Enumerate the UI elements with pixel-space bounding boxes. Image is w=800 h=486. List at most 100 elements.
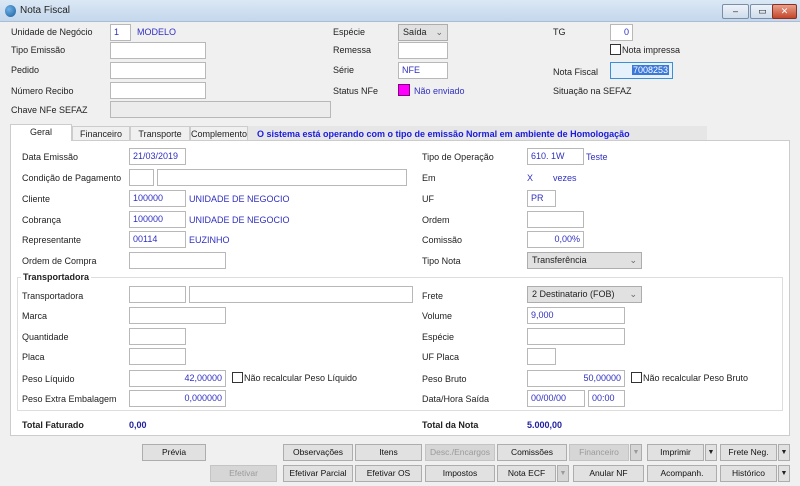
data-saida-input[interactable]: 00/00/00 <box>527 390 585 407</box>
frete-neg-dropdown-icon[interactable]: ▼ <box>778 444 790 461</box>
marca-input[interactable] <box>129 307 226 324</box>
quantidade-label: Quantidade <box>22 332 69 342</box>
chave-input[interactable] <box>110 101 331 118</box>
frete-neg-button[interactable]: Frete Neg. <box>720 444 777 461</box>
tab-transporte[interactable]: Transporte <box>130 126 190 141</box>
tab-complemento[interactable]: Complemento <box>190 126 248 141</box>
tab-financeiro[interactable]: Financeiro <box>72 126 130 141</box>
uf-placa-label: UF Placa <box>422 352 460 362</box>
nota-ecf-button[interactable]: Nota ECF <box>497 465 556 482</box>
itens-button[interactable]: Itens <box>355 444 422 461</box>
cobranca-code-input[interactable]: 100000 <box>129 211 186 228</box>
tipo-emissao-input[interactable] <box>110 42 206 59</box>
especie-value: Saída <box>403 27 427 37</box>
tab-geral[interactable]: Geral <box>10 124 72 141</box>
peso-liquido-input[interactable]: 42,00000 <box>129 370 226 387</box>
minimize-button[interactable]: – <box>722 4 749 19</box>
efetivar-os-button[interactable]: Efetivar OS <box>355 465 422 482</box>
tg-input[interactable]: 0 <box>610 24 633 41</box>
especie-select[interactable]: Saída ⌄ <box>398 24 448 41</box>
especie-label: Espécie <box>333 27 366 37</box>
nao-recalc-bruto-checkbox[interactable] <box>631 372 642 383</box>
especie-transp-label: Espécie <box>422 332 455 342</box>
serie-input[interactable]: NFE <box>398 62 448 79</box>
impostos-button[interactable]: Impostos <box>425 465 495 482</box>
representante-code-input[interactable]: 00114 <box>129 231 186 248</box>
cobranca-name: UNIDADE DE NEGOCIO <box>189 215 290 225</box>
pedido-label: Pedido <box>11 65 40 75</box>
nota-impressa-label: Nota impressa <box>622 45 681 55</box>
financeiro-button[interactable]: Financeiro <box>569 444 629 461</box>
situacao-label: Situação na SEFAZ <box>553 86 632 96</box>
acompanh-button[interactable]: Acompanh. <box>647 465 717 482</box>
tg-label: TG <box>553 27 566 37</box>
representante-name: EUZINHO <box>189 235 230 245</box>
frete-label: Frete <box>422 291 444 301</box>
em-label: Em <box>422 173 436 183</box>
tipo-nota-value: Transferência <box>532 255 587 265</box>
close-button[interactable]: ✕ <box>772 4 797 19</box>
frete-select[interactable]: 2 Destinatario (FOB) ⌄ <box>527 286 642 303</box>
cliente-code-input[interactable]: 100000 <box>129 190 186 207</box>
imprimir-dropdown-icon[interactable]: ▼ <box>705 444 717 461</box>
financeiro-dropdown-icon[interactable]: ▼ <box>630 444 642 461</box>
imprimir-button[interactable]: Imprimir <box>647 444 704 461</box>
volume-input[interactable]: 9,000 <box>527 307 625 324</box>
nota-ecf-dropdown-icon[interactable]: ▼ <box>557 465 569 482</box>
data-emissao-input[interactable]: 21/03/2019 <box>129 148 186 165</box>
ordem-input[interactable] <box>527 211 584 228</box>
historico-dropdown-icon[interactable]: ▼ <box>778 465 790 482</box>
tipo-operacao-input[interactable]: 610. 1W <box>527 148 584 165</box>
status-color-indicator <box>398 84 410 96</box>
comissoes-button[interactable]: Comissões <box>497 444 567 461</box>
numero-recibo-input[interactable] <box>110 82 206 99</box>
hora-saida-input[interactable]: 00:00 <box>588 390 625 407</box>
nota-fiscal-input[interactable]: 7008253 <box>610 62 673 79</box>
uf-placa-input[interactable] <box>527 348 556 365</box>
nao-recalc-bruto-label: Não recalcular Peso Bruto <box>643 373 749 383</box>
cliente-label: Cliente <box>22 194 51 204</box>
peso-bruto-input[interactable]: 50,00000 <box>527 370 625 387</box>
cond-pag-code-input[interactable] <box>129 169 154 186</box>
ordem-label: Ordem <box>422 215 450 225</box>
historico-button[interactable]: Histórico <box>720 465 777 482</box>
peso-extra-input[interactable]: 0,000000 <box>129 390 226 407</box>
tipo-nota-select[interactable]: Transferência ⌄ <box>527 252 642 269</box>
nao-recalc-liquido-checkbox[interactable] <box>232 372 243 383</box>
environment-message: O sistema está operando com o tipo de em… <box>257 129 630 139</box>
nota-fiscal-value: 7008253 <box>631 65 669 75</box>
quantidade-input[interactable] <box>129 328 186 345</box>
transportadora-group-title: Transportadora <box>21 270 92 284</box>
placa-label: Placa <box>22 352 45 362</box>
tipo-operacao-label: Tipo de Operação <box>422 152 494 162</box>
remessa-input[interactable] <box>398 42 448 59</box>
marca-label: Marca <box>22 311 48 321</box>
pedido-input[interactable] <box>110 62 206 79</box>
desc-encargos-button[interactable]: Desc./Encargos <box>425 444 495 461</box>
previa-button[interactable]: Prévia <box>142 444 206 461</box>
chevron-down-icon: ⌄ <box>629 289 637 299</box>
efetivar-parcial-button[interactable]: Efetivar Parcial <box>283 465 353 482</box>
ordem-compra-input[interactable] <box>129 252 226 269</box>
uf-input[interactable]: PR <box>527 190 556 207</box>
chevron-down-icon: ⌄ <box>629 255 637 265</box>
placa-input[interactable] <box>129 348 186 365</box>
tipo-nota-label: Tipo Nota <box>422 256 461 266</box>
window-title: Nota Fiscal <box>20 5 71 16</box>
efetivar-button[interactable]: Efetivar <box>210 465 277 482</box>
uf-label: UF <box>422 194 434 204</box>
total-nota-value: 5.000,00 <box>527 420 563 430</box>
unidade-input[interactable]: 1 <box>110 24 131 41</box>
total-faturado-value: 0,00 <box>129 420 147 430</box>
transportadora-name-input[interactable] <box>189 286 413 303</box>
comissao-input[interactable]: 0,00% <box>527 231 584 248</box>
transportadora-label: Transportadora <box>22 291 84 301</box>
transportadora-code-input[interactable] <box>129 286 186 303</box>
cond-pag-desc-input[interactable] <box>157 169 407 186</box>
anular-nf-button[interactable]: Anular NF <box>573 465 644 482</box>
especie-transp-input[interactable] <box>527 328 625 345</box>
nota-impressa-checkbox[interactable] <box>610 44 621 55</box>
representante-label: Representante <box>22 235 82 245</box>
status-label: Status NFe <box>333 86 379 96</box>
observacoes-button[interactable]: Observações <box>283 444 353 461</box>
